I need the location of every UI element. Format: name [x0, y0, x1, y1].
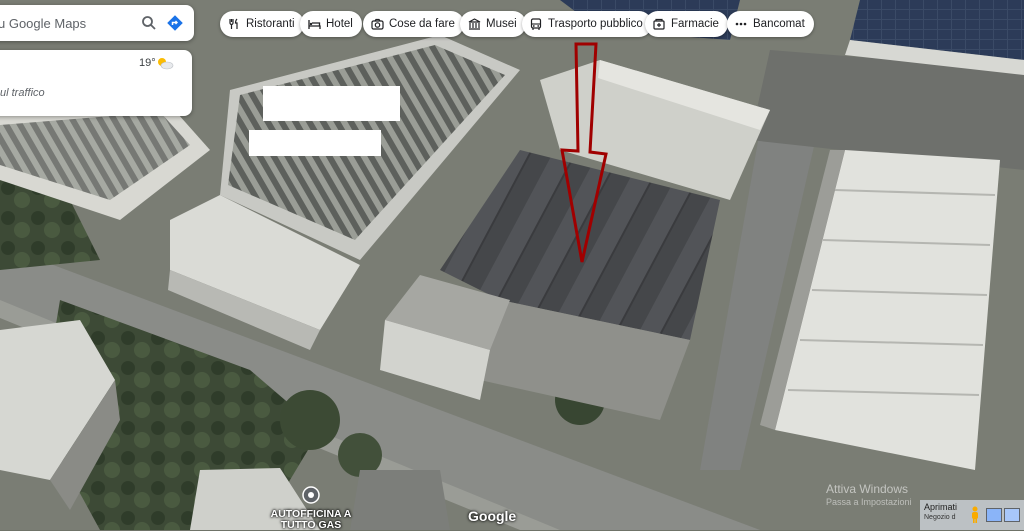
category-label: Hotel [326, 18, 353, 30]
category-ristoranti[interactable]: Ristoranti [220, 11, 304, 37]
category-musei[interactable]: Musei [460, 11, 526, 37]
museum-icon [467, 17, 481, 31]
place-label[interactable]: AUTOFFICINA A TUTTO GAS [256, 509, 366, 531]
partly-cloudy-icon [156, 56, 174, 75]
search-input[interactable]: u Google Maps [0, 16, 136, 31]
redaction-box [263, 86, 400, 121]
camera-icon [370, 17, 384, 31]
category-bancomat[interactable]: Bancomat [727, 11, 814, 37]
google-logo: Google [468, 508, 517, 524]
search-icon[interactable] [136, 10, 162, 36]
category-label: Bancomat [753, 18, 805, 30]
hotel-icon [307, 17, 321, 31]
category-label: Farmacie [671, 18, 719, 30]
traffic-text: ul traffico [0, 87, 45, 99]
watermark-subtitle: Passa a Impostazioni [826, 497, 912, 507]
category-label: Ristoranti [246, 18, 295, 30]
category-label: Cose da fare [389, 18, 455, 30]
directions-icon[interactable] [162, 10, 188, 36]
restaurant-icon [227, 17, 241, 31]
category-farmacie[interactable]: Farmacie [645, 11, 728, 37]
pegman-icon[interactable] [970, 506, 980, 529]
taskbar-label[interactable]: Aprimati [924, 502, 957, 512]
temperature: 19° [139, 57, 156, 69]
category-trasporto-pubblico[interactable]: Trasporto pubblico [522, 11, 652, 37]
watermark-title: Attiva Windows [826, 482, 909, 496]
category-cose-da-fare[interactable]: Cose da fare [363, 11, 464, 37]
more-icon [734, 17, 748, 31]
taskbar-tray: Aprimati Negozio d [920, 500, 1024, 530]
category-label: Musei [486, 18, 517, 30]
taskbar-sublabel: Negozio d [924, 514, 956, 521]
weather-card[interactable]: 19° ul traffico [0, 50, 192, 116]
category-hotel[interactable]: Hotel [300, 11, 362, 37]
redaction-box [249, 130, 381, 156]
map-pin-icon[interactable] [302, 486, 320, 504]
category-label: Trasporto pubblico [548, 18, 643, 30]
image-thumbnail-icon[interactable] [986, 508, 1002, 522]
image-thumbnail-icon[interactable] [1004, 508, 1020, 522]
bus-icon [529, 17, 543, 31]
search-box[interactable]: u Google Maps [0, 5, 194, 41]
pharmacy-icon [652, 17, 666, 31]
